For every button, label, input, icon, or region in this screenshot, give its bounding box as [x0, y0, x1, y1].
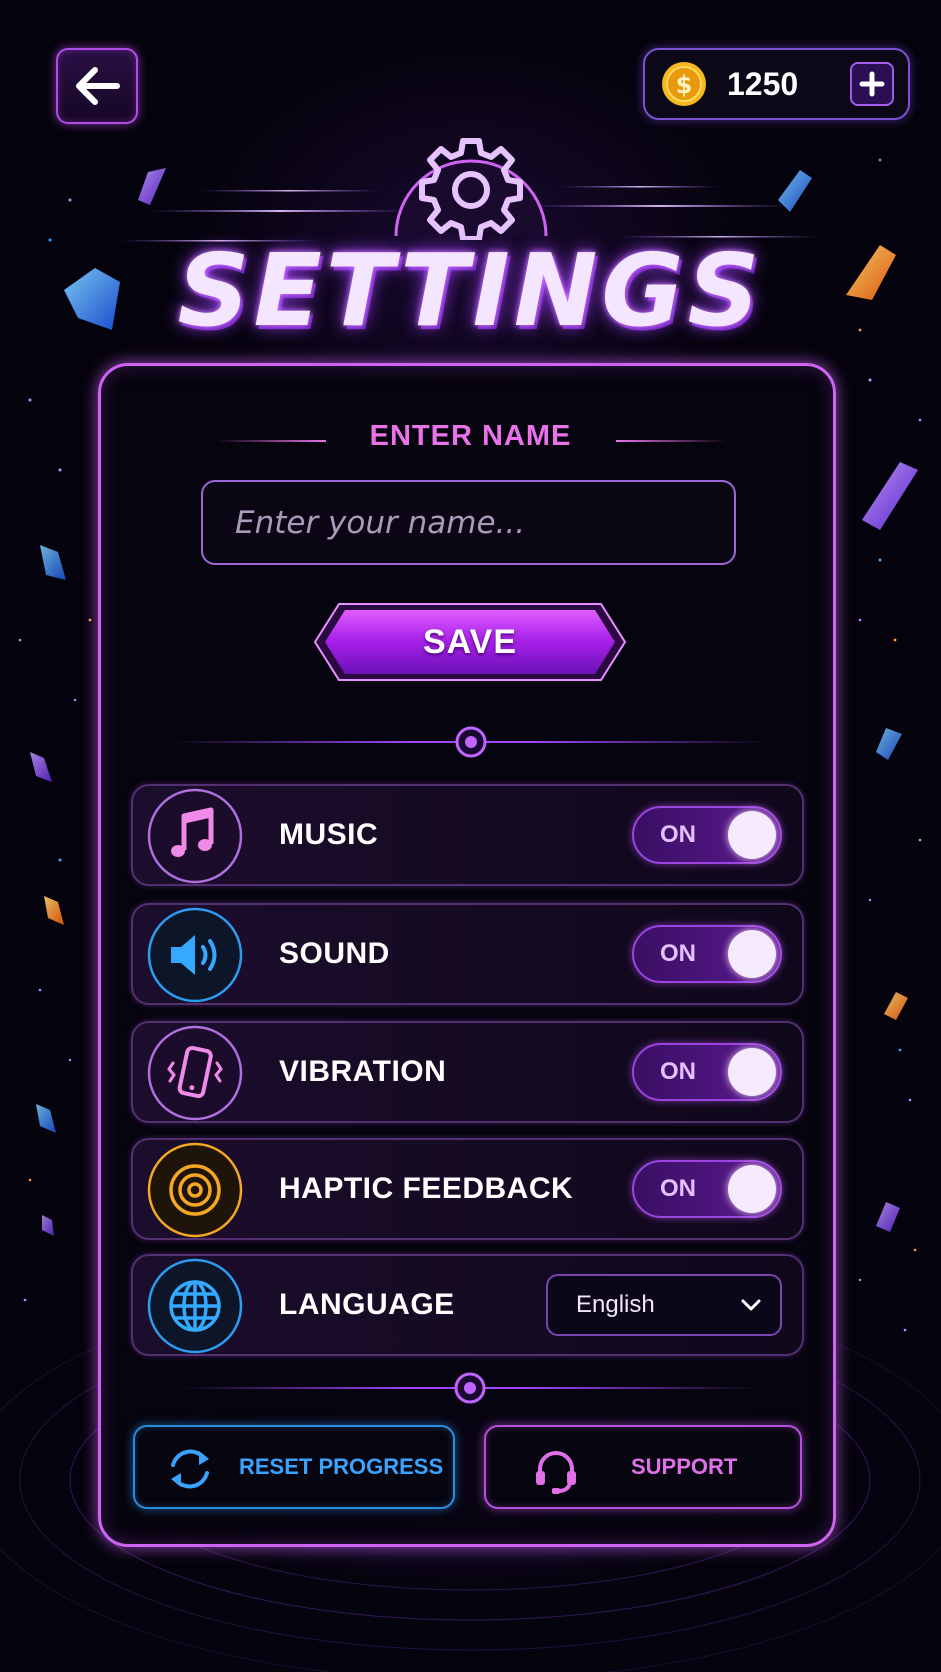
haptic-feedback-toggle[interactable]: ON [632, 1160, 782, 1218]
page-title: SETTINGS [177, 232, 764, 349]
language-dropdown[interactable]: English [546, 1274, 782, 1336]
phone-vibrate-icon [147, 1025, 243, 1121]
headset-icon [536, 1451, 576, 1494]
toggle-knob [728, 930, 776, 978]
name-input[interactable] [201, 480, 736, 565]
setting-row-music: MUSIC ON [131, 784, 804, 886]
setting-label-sound: SOUND [279, 937, 390, 970]
back-button[interactable] [56, 48, 138, 124]
vibration-toggle[interactable]: ON [632, 1043, 782, 1101]
setting-row-haptic-feedback: HAPTIC FEEDBACK ON [131, 1138, 804, 1240]
reset-progress-button[interactable]: RESET PROGRESS [133, 1425, 455, 1509]
music-note-icon [147, 788, 243, 884]
setting-row-vibration: VIBRATION ON [131, 1021, 804, 1123]
support-button[interactable]: SUPPORT [484, 1425, 802, 1509]
toggle-knob [728, 1165, 776, 1213]
toggle-knob [728, 1048, 776, 1096]
reset-progress-label: RESET PROGRESS [239, 1454, 444, 1479]
coin-counter: $ 1250 [643, 48, 910, 120]
language-value: English [576, 1291, 655, 1318]
sound-toggle-state: ON [660, 940, 696, 967]
music-toggle[interactable]: ON [632, 806, 782, 864]
vibration-toggle-state: ON [660, 1058, 696, 1085]
save-button[interactable]: SAVE [311, 600, 629, 684]
toggle-knob [728, 811, 776, 859]
coin-icon: $ [662, 62, 706, 106]
coin-amount: 1250 [727, 65, 799, 102]
gear-icon [394, 138, 548, 240]
save-label: SAVE [422, 622, 518, 661]
divider-orb [454, 1372, 486, 1404]
divider-orb [455, 726, 487, 758]
svg-text:$: $ [676, 71, 693, 99]
sound-toggle[interactable]: ON [632, 925, 782, 983]
setting-row-sound: SOUND ON [131, 903, 804, 1005]
plus-icon [859, 71, 885, 97]
refresh-icon [171, 1449, 209, 1489]
globe-icon [147, 1258, 243, 1354]
chevron-down-icon [741, 1299, 761, 1311]
haptic-rings-icon [147, 1142, 243, 1238]
setting-label-music: MUSIC [279, 818, 379, 851]
add-coins-button[interactable] [850, 62, 894, 106]
setting-label-language: LANGUAGE [279, 1288, 455, 1321]
enter-name-heading: ENTER NAME [369, 420, 572, 452]
support-label: SUPPORT [631, 1454, 738, 1479]
music-toggle-state: ON [660, 821, 696, 848]
setting-row-language: LANGUAGE English [131, 1254, 804, 1356]
speaker-icon [147, 907, 243, 1003]
haptic-toggle-state: ON [660, 1175, 696, 1202]
setting-label-haptic-feedback: HAPTIC FEEDBACK [279, 1172, 574, 1205]
setting-label-vibration: VIBRATION [279, 1055, 447, 1088]
settings-screen: $ 1250 SETTINGS ENTER NAME Enter your na… [0, 0, 941, 1672]
arrow-left-icon [76, 67, 120, 105]
